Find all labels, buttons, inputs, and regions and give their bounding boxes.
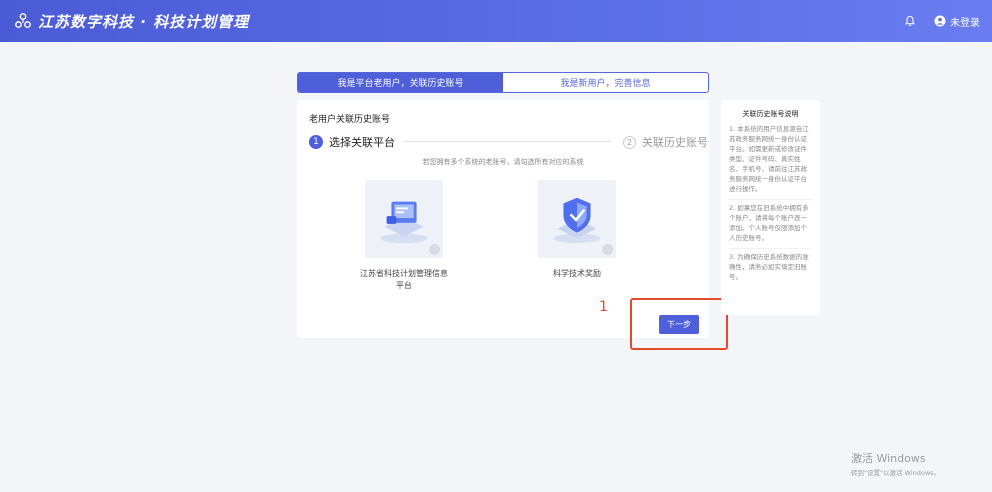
annotation-number: 1 (599, 299, 608, 315)
option-science-award[interactable]: 科学技术奖励 (517, 180, 637, 280)
option-plan-platform[interactable]: 江苏省科技计划管理信息平台 (344, 180, 464, 292)
next-button[interactable]: 下一步 (659, 315, 699, 334)
step-2-label: 关联历史账号 (642, 136, 708, 149)
selection-hint: 若您拥有多个系统的老账号，请勾选所有对应的系统 (422, 158, 584, 166)
user-icon (934, 15, 946, 27)
step-2-number: 2 (623, 135, 636, 149)
user-label: 未登录 (950, 17, 980, 29)
tab-existing-user[interactable]: 我是平台老用户，关联历史账号 (298, 73, 503, 92)
step-1-label: 选择关联平台 (329, 136, 395, 149)
help-paragraph: 3. 为确保历史系统数据的准确性，请务必如实填定旧账号。 (729, 248, 812, 282)
help-paragraph: 2. 如果您在旧系统中拥有多个账户，请将每个账户逐一添加。个人账号仅限添加个人历… (729, 199, 812, 243)
app-title: 江苏数字科技 · 科技计划管理 (38, 12, 250, 31)
shield-icon (553, 197, 601, 244)
card-title: 老用户关联历史账号 (309, 115, 391, 125)
top-navbar: 江苏数字科技 · 科技计划管理 未登录 (0, 0, 992, 42)
watermark-title: 激活 Windows (851, 452, 926, 465)
tab-new-user[interactable]: 我是新用户，完善信息 (503, 73, 708, 92)
option-science-award-label: 科学技术奖励 (553, 269, 601, 278)
brand: 江苏数字科技 · 科技计划管理 (14, 11, 249, 32)
option-science-award-radio[interactable] (602, 244, 613, 255)
option-plan-platform-radio[interactable] (429, 244, 440, 255)
windows-activation-watermark: 激活 Windows 转到"设置"以激活 Windows。 (851, 450, 940, 477)
step-connector (403, 141, 611, 142)
step-1-number: 1 (309, 135, 323, 149)
logo-icon (15, 13, 31, 29)
option-plan-platform-label: 江苏省科技计划管理信息平台 (360, 269, 448, 290)
account-type-tabs: 我是平台老用户，关联历史账号 我是新用户，完善信息 (297, 72, 709, 93)
option-science-award-image (538, 180, 616, 258)
watermark-subtitle: 转到"设置"以激活 Windows。 (851, 469, 941, 477)
bell-icon[interactable] (904, 15, 916, 27)
help-title: 关联历史账号说明 (742, 110, 799, 118)
header-actions: 未登录 (904, 14, 980, 29)
step-2: 2 关联历史账号 (623, 134, 708, 150)
option-plan-platform-image (365, 180, 443, 258)
user-login[interactable]: 未登录 (934, 14, 980, 29)
help-panel: 关联历史账号说明 1. 本系统的用户信息源自江苏政务服务网统一身份认证平台。如需… (721, 100, 820, 315)
step-1: 1 选择关联平台 (309, 134, 395, 150)
help-paragraph: 1. 本系统的用户信息源自江苏政务服务网统一身份认证平台。如需更新或修改证件类型… (729, 125, 809, 193)
monitor-icon (380, 201, 428, 244)
